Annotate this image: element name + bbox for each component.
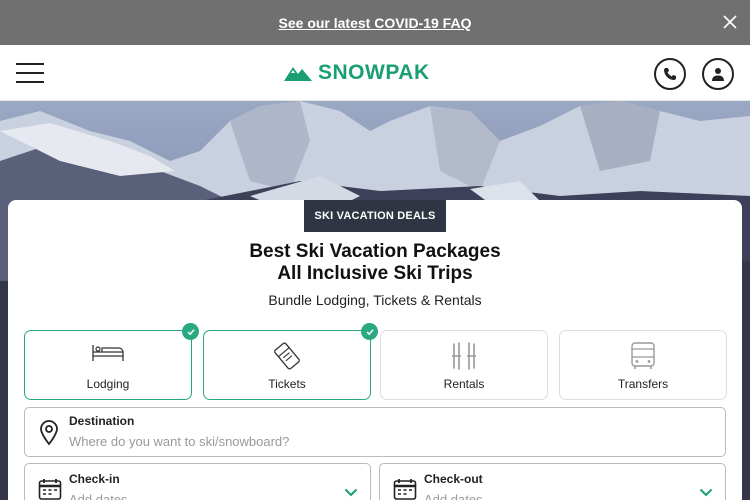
checkout-field[interactable]: Check-out xyxy=(379,463,726,500)
checkout-input[interactable] xyxy=(424,490,684,500)
chevron-down-icon[interactable] xyxy=(344,484,358,500)
check-icon xyxy=(182,323,199,340)
ticket-icon xyxy=(272,341,302,376)
destination-input[interactable] xyxy=(69,432,709,450)
option-label: Lodging xyxy=(86,377,130,391)
checkout-label: Check-out xyxy=(424,472,483,486)
chevron-down-icon[interactable] xyxy=(699,484,713,500)
mountain-logo-icon xyxy=(284,67,312,81)
bed-icon xyxy=(91,341,125,370)
option-label: Transfers xyxy=(617,377,669,391)
brand-name: SNOWPAK xyxy=(318,61,430,84)
page-title-line2: All Inclusive Ski Trips xyxy=(277,263,473,284)
menu-icon[interactable] xyxy=(16,63,44,83)
brand-logo[interactable]: SNOWPAK xyxy=(284,61,430,85)
checkin-field[interactable]: Check-in xyxy=(24,463,371,500)
calendar-icon xyxy=(38,478,62,500)
option-tickets[interactable]: Tickets xyxy=(203,323,378,400)
user-icon xyxy=(712,68,724,81)
page-subtitle: Bundle Lodging, Tickets & Rentals xyxy=(268,292,482,308)
destination-field[interactable]: Destination xyxy=(24,407,726,457)
site-header: SNOWPAK xyxy=(0,45,750,101)
covid-faq-link[interactable]: See our latest COVID-19 FAQ xyxy=(279,15,472,31)
option-rentals[interactable]: Rentals xyxy=(380,330,548,400)
search-card: SKI VACATION DEALS Best Ski Vacation Pac… xyxy=(8,200,742,500)
bus-icon xyxy=(629,341,657,376)
location-pin-icon xyxy=(39,420,59,451)
page-title-line1: Best Ski Vacation Packages xyxy=(249,241,501,262)
option-label: Rentals xyxy=(443,377,485,391)
skis-icon xyxy=(449,341,479,376)
account-button[interactable] xyxy=(702,58,734,90)
phone-icon xyxy=(664,68,676,80)
check-icon xyxy=(361,323,378,340)
checkin-input[interactable] xyxy=(69,490,329,500)
deals-badge: SKI VACATION DEALS xyxy=(304,200,446,232)
option-transfers[interactable]: Transfers xyxy=(559,330,727,400)
option-lodging[interactable]: Lodging xyxy=(24,323,199,400)
checkin-label: Check-in xyxy=(69,472,120,486)
phone-button[interactable] xyxy=(654,58,686,90)
calendar-icon xyxy=(393,478,417,500)
covid-banner: See our latest COVID-19 FAQ xyxy=(0,0,750,45)
destination-label: Destination xyxy=(69,414,135,428)
close-icon[interactable] xyxy=(722,14,738,30)
option-label: Tickets xyxy=(268,377,306,391)
